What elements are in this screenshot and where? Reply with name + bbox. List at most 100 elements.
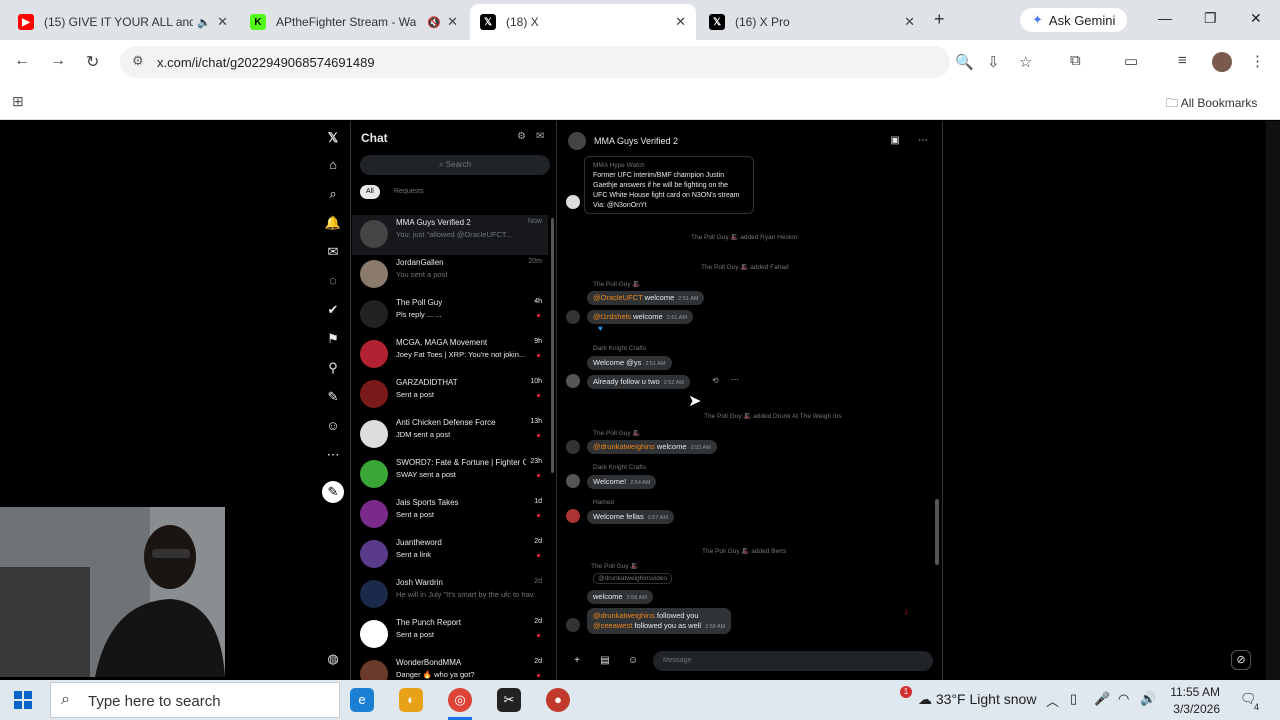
member-avatar[interactable]	[566, 195, 580, 209]
conversation-avatar[interactable]	[360, 220, 388, 248]
conversation-avatar[interactable]	[360, 300, 388, 328]
articles-icon[interactable]: ✎	[322, 386, 344, 408]
emoji-icon[interactable]: ☺	[625, 653, 641, 669]
message-input[interactable]: Message	[653, 651, 933, 671]
conversation-item[interactable]: Juantheword Sent a link 2d	[352, 535, 548, 575]
volume-icon[interactable]: 🔊	[1140, 691, 1156, 707]
chat-more-icon[interactable]: ⋯	[915, 133, 931, 149]
all-bookmarks-button[interactable]: 🗀 All Bookmarks	[1166, 94, 1257, 115]
notifications-icon[interactable]: 🔔	[322, 212, 344, 234]
messages-icon[interactable]: ✉	[322, 241, 344, 263]
bookmark-star-icon[interactable]: ☆	[1019, 53, 1032, 71]
member-avatar[interactable]	[566, 618, 580, 632]
member-avatar[interactable]	[566, 440, 580, 454]
message-bubble[interactable]: welcome 2:58 AM	[587, 590, 653, 604]
member-avatar[interactable]	[566, 509, 580, 523]
close-icon[interactable]: ✕	[217, 14, 228, 30]
tray-device-icon[interactable]: ▯	[1070, 691, 1077, 707]
conversation-avatar[interactable]	[360, 500, 388, 528]
chat-title[interactable]: MMA Guys Verified 2	[594, 136, 678, 146]
speaker-icon[interactable]: 🔈	[197, 16, 211, 29]
tray-expand-icon[interactable]: ︿	[1046, 691, 1059, 710]
reply-icon[interactable]: ⟲	[712, 376, 719, 385]
conversation-avatar[interactable]	[360, 460, 388, 488]
home-icon[interactable]: ⌂	[322, 154, 344, 176]
profile-icon[interactable]: ☺	[322, 415, 344, 437]
chat-search-input[interactable]: ⌕ Search	[360, 155, 550, 175]
taskbar-search-box[interactable]: ⌕ Type here to search	[50, 682, 340, 718]
message-bubble[interactable]: @drunkatweighins followed you @ceeawest …	[587, 608, 732, 634]
close-window-button[interactable]: ✕	[1250, 10, 1262, 27]
conversation-item[interactable]: The Poll Guy Pls reply ... ... 4h	[352, 295, 548, 335]
reload-button[interactable]: ↻	[86, 52, 99, 72]
mention[interactable]: @ceeawest	[593, 621, 632, 630]
profile-avatar[interactable]	[1212, 52, 1232, 72]
explore-icon[interactable]: ⌕	[322, 183, 344, 205]
quoted-post-card[interactable]: MMA Hype Watch Former UFC interim/BMF ch…	[584, 156, 754, 214]
member-avatar[interactable]	[566, 474, 580, 488]
tab-search-icon[interactable]: ▭	[1124, 52, 1138, 70]
omnibox[interactable]: ⚙ x.com/i/chat/g2022949068574691489 🔍 ⇩ …	[120, 46, 1032, 78]
conversation-item[interactable]: Anti Chicken Defense Force JDM sent a pos…	[352, 415, 548, 455]
conversation-item[interactable]: JordanGallen You sent a post 20m	[352, 255, 548, 295]
message-more-icon[interactable]: ⋯	[731, 375, 739, 384]
page-scrollbar[interactable]	[1266, 121, 1280, 680]
close-icon[interactable]: ✕	[447, 14, 458, 30]
grok-floating-icon[interactable]: ⊘	[1231, 650, 1251, 670]
chat-scrollbar[interactable]	[935, 499, 939, 565]
jobs-icon[interactable]: ⚲	[322, 357, 344, 379]
wifi-icon[interactable]: ◠	[1118, 691, 1129, 707]
member-avatar[interactable]	[566, 374, 580, 388]
add-attachment-icon[interactable]: +	[569, 653, 585, 669]
apps-grid-icon[interactable]: ⊞	[12, 93, 24, 110]
message-bubble[interactable]: Welcome fellas 2:57 AM	[587, 510, 674, 524]
close-icon[interactable]: ✕	[675, 14, 686, 30]
conversation-avatar[interactable]	[360, 380, 388, 408]
message-bubble[interactable]: Welcome @ys 2:51 AM	[587, 356, 672, 370]
conversation-item[interactable]: Jais Sports Takes Sent a post 1d	[352, 495, 548, 535]
site-settings-icon[interactable]: ⚙	[132, 53, 144, 69]
conversation-avatar[interactable]	[360, 340, 388, 368]
conversation-item[interactable]: SWORD7: Fate & Fortune | Fighter GC SWAY …	[352, 455, 548, 495]
close-icon[interactable]: ✕	[904, 14, 915, 30]
mention[interactable]: @OracleUFCT	[593, 293, 643, 302]
new-chat-icon[interactable]: ✉	[536, 131, 544, 142]
message-bubble[interactable]: Already follow u two 2:52 AM	[587, 375, 690, 389]
conversation-avatar[interactable]	[360, 620, 388, 648]
conversation-item[interactable]: MCGA, MAGA Movement Joey Fat Toes | XRP: …	[352, 335, 548, 375]
tab-youtube[interactable]: ▶ (15) GIVE IT YOUR ALL and 🔈 ✕	[8, 4, 238, 40]
chrome-icon[interactable]: ◎	[448, 688, 472, 712]
message-bubble[interactable]: Welcome! 2:54 AM	[587, 475, 657, 489]
message-bubble[interactable]: @OracleUFCT welcome 2:51 AM	[587, 291, 705, 305]
more-icon[interactable]: ⋯	[322, 444, 344, 466]
conversation-avatar[interactable]	[360, 580, 388, 608]
message-bubble[interactable]: @drunkatweighins welcome 2:53 AM	[587, 440, 717, 454]
conversation-item[interactable]: MMA Guys Verified 2 You: just "allowed @O…	[352, 215, 548, 255]
heart-reaction-icon[interactable]: ♥	[598, 324, 603, 333]
menu-icon[interactable]: ⋮	[1250, 52, 1265, 70]
filter-requests[interactable]: Requests	[388, 185, 430, 199]
ask-gemini-button[interactable]: ✦ Ask Gemini	[1020, 8, 1128, 32]
back-button[interactable]: ←	[14, 52, 30, 70]
weather-widget[interactable]: ☁ 33°F Light snow	[918, 691, 1036, 708]
install-app-icon[interactable]: ⇩	[987, 53, 1000, 71]
mention[interactable]: @drunkatweighins	[593, 611, 655, 620]
conversation-item[interactable]: Josh Wardrin He will in July "It's smart …	[352, 575, 548, 615]
bookmarks-icon[interactable]: ⚑	[322, 328, 344, 350]
tab-kick[interactable]: K APtheFighter Stream - Wa 🔇 ✕	[240, 4, 468, 40]
extensions-icon[interactable]: ⧉	[1070, 52, 1081, 69]
communities-icon[interactable]: ✔	[322, 299, 344, 321]
mention[interactable]: @drunkatweighins	[593, 442, 655, 451]
member-avatar[interactable]	[566, 310, 580, 324]
quoted-reply[interactable]: @drunkatweighinsvideo	[593, 573, 673, 584]
url-text[interactable]: x.com/i/chat/g2022949068574691489	[157, 55, 375, 70]
media-controls-icon[interactable]: ≡	[1178, 52, 1187, 69]
tab-x-pro[interactable]: 𝕏 (16) X Pro ✕	[699, 4, 925, 40]
settings-icon[interactable]: ⚙	[517, 131, 526, 142]
system-clock[interactable]: 11:55 AM 3/3/2026	[1170, 684, 1220, 718]
forward-button[interactable]: →	[50, 52, 66, 70]
muted-speaker-icon[interactable]: 🔇	[427, 16, 441, 29]
edge-icon[interactable]: e	[350, 688, 374, 712]
windows-start-icon[interactable]	[14, 691, 32, 709]
account-avatar[interactable]: ◍	[322, 648, 344, 670]
